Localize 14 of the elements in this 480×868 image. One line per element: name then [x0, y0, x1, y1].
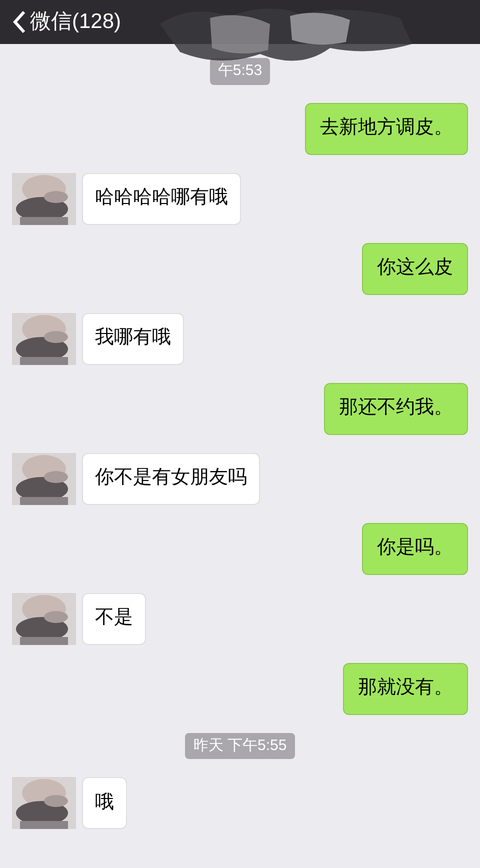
sent-message: 你是吗。 [362, 522, 468, 574]
timestamp: 昨天 下午5:55 [185, 732, 295, 759]
sent-message: 那还不约我。 [324, 382, 468, 434]
back-button[interactable]: 微信(128) [12, 6, 122, 38]
timestamp: 午5:53 [210, 58, 270, 84]
received-message: 哦 [82, 777, 127, 829]
received-message: 哈哈哈哈哪有哦 [82, 172, 241, 224]
back-icon [12, 10, 26, 34]
received-message: 你不是有女朋友吗 [82, 452, 260, 504]
sent-message: 去新地方调皮。 [305, 102, 468, 154]
sent-message: 那就没有。 [343, 662, 468, 714]
sent-message: 你这么皮 [362, 242, 468, 294]
received-message: 不是 [82, 592, 146, 644]
received-message: 我哪有哦 [82, 312, 184, 364]
